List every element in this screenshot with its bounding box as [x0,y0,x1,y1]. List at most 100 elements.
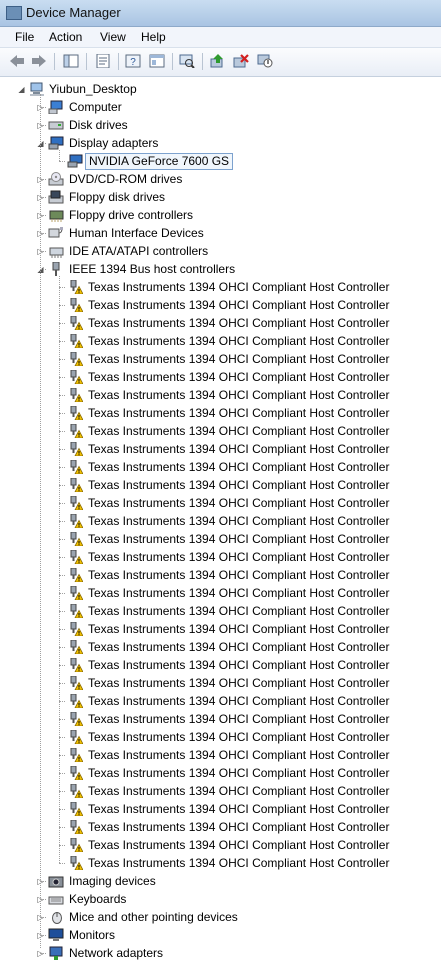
ti-controller-warning-icon [67,820,83,834]
tree-connector [59,521,65,522]
disable-icon[interactable] [256,52,274,70]
tree-category[interactable]: ▷ Computer [0,98,441,116]
tree-connector [59,683,65,684]
help-icon[interactable]: ? [124,52,142,70]
scan-hardware-icon[interactable] [178,52,196,70]
tree-connector [59,557,65,558]
toolbar-separator [86,53,87,70]
tree-device[interactable]: Texas Instruments 1394 OHCI Compliant Ho… [0,440,441,458]
tree-connector [40,94,41,948]
tree-category[interactable]: ▷ DVD/CD-ROM drives [0,170,441,188]
tree-category-label: Network adapters [69,946,164,960]
computer-root-icon [29,82,45,96]
tree-device[interactable]: Texas Instruments 1394 OHCI Compliant Ho… [0,278,441,296]
tree-device-label: Texas Instruments 1394 OHCI Compliant Ho… [88,676,390,690]
tree-device[interactable]: Texas Instruments 1394 OHCI Compliant Ho… [0,782,441,800]
forward-icon[interactable] [30,52,48,70]
tree-connector [40,269,46,270]
collapse-arrow-icon[interactable]: ◢ [17,85,26,94]
tree-device[interactable]: Texas Instruments 1394 OHCI Compliant Ho… [0,422,441,440]
tree-connector [59,449,65,450]
tree-device[interactable]: Texas Instruments 1394 OHCI Compliant Ho… [0,818,441,836]
tree-connector [40,935,46,936]
ti-controller-warning-icon [67,370,83,384]
tree-connector [59,359,65,360]
ti-controller-warning-icon [67,496,83,510]
tree-connector [59,539,65,540]
tree-device[interactable]: Texas Instruments 1394 OHCI Compliant Ho… [0,728,441,746]
tree-device[interactable]: Texas Instruments 1394 OHCI Compliant Ho… [0,584,441,602]
tree-device[interactable]: Texas Instruments 1394 OHCI Compliant Ho… [0,548,441,566]
ti-controller-warning-icon [67,766,83,780]
menu-file[interactable]: File [15,30,34,44]
menu-help[interactable]: Help [141,30,166,44]
tree-device[interactable]: Texas Instruments 1394 OHCI Compliant Ho… [0,368,441,386]
properties-icon[interactable] [94,52,112,70]
tree-device[interactable]: Texas Instruments 1394 OHCI Compliant Ho… [0,602,441,620]
tree-device[interactable]: Texas Instruments 1394 OHCI Compliant Ho… [0,800,441,818]
show-hide-console-tree-icon[interactable] [62,52,80,70]
menu-action[interactable]: Action [49,30,82,44]
menu-view[interactable]: View [100,30,126,44]
tree-device[interactable]: Texas Instruments 1394 OHCI Compliant Ho… [0,854,441,872]
tree-category[interactable]: ▷ Network adapters [0,944,441,962]
show-view-icon[interactable] [148,52,166,70]
ti-controller-warning-icon [67,604,83,618]
back-icon[interactable] [8,52,26,70]
tree-category[interactable]: ▷ Disk drives [0,116,441,134]
tree-device[interactable]: Texas Instruments 1394 OHCI Compliant Ho… [0,692,441,710]
tree-device[interactable]: Texas Instruments 1394 OHCI Compliant Ho… [0,836,441,854]
tree-category[interactable]: ▷ Monitors [0,926,441,944]
monitor-icon [48,928,64,942]
toolbar-separator [118,53,119,70]
tree-device[interactable]: Texas Instruments 1394 OHCI Compliant Ho… [0,296,441,314]
tree-root[interactable]: ◢ Yiubun_Desktop [0,80,441,98]
tree-category[interactable]: ▷ Human Interface Devices [0,224,441,242]
uninstall-icon[interactable] [232,52,250,70]
computer-icon [48,100,64,114]
tree-connector [59,665,65,666]
display-adapter-icon [48,136,64,150]
update-driver-icon[interactable] [208,52,226,70]
tree-category[interactable]: ▷ Imaging devices [0,872,441,890]
tree-device[interactable]: Texas Instruments 1394 OHCI Compliant Ho… [0,746,441,764]
tree-device[interactable]: Texas Instruments 1394 OHCI Compliant Ho… [0,530,441,548]
tree-category[interactable]: ◢ IEEE 1394 Bus host controllers [0,260,441,278]
ti-controller-warning-icon [67,658,83,672]
tree-category[interactable]: ▷ Keyboards [0,890,441,908]
svg-text:?: ? [130,57,136,68]
tree-device[interactable]: Texas Instruments 1394 OHCI Compliant Ho… [0,710,441,728]
window-title: Device Manager [26,5,121,20]
tree-category[interactable]: ▷ IDE ATA/ATAPI controllers [0,242,441,260]
tree-device[interactable]: Texas Instruments 1394 OHCI Compliant Ho… [0,674,441,692]
tree-device[interactable]: Texas Instruments 1394 OHCI Compliant Ho… [0,638,441,656]
tree-category[interactable]: ▷ Floppy drive controllers [0,206,441,224]
tree-device[interactable]: Texas Instruments 1394 OHCI Compliant Ho… [0,494,441,512]
tree-category-label: Display adapters [69,136,159,150]
tree-category[interactable]: ▷ Mice and other pointing devices [0,908,441,926]
tree-device[interactable]: Texas Instruments 1394 OHCI Compliant Ho… [0,512,441,530]
tree-device[interactable]: Texas Instruments 1394 OHCI Compliant Ho… [0,386,441,404]
tree-connector [40,215,46,216]
tree-device[interactable]: Texas Instruments 1394 OHCI Compliant Ho… [0,566,441,584]
tree-connector [59,755,65,756]
tree-device-label: Texas Instruments 1394 OHCI Compliant Ho… [88,604,390,618]
ti-controller-warning-icon [67,730,83,744]
tree-device-label: Texas Instruments 1394 OHCI Compliant Ho… [88,298,390,312]
tree-device[interactable]: Texas Instruments 1394 OHCI Compliant Ho… [0,458,441,476]
tree-device[interactable]: Texas Instruments 1394 OHCI Compliant Ho… [0,314,441,332]
tree-category[interactable]: ▷ Floppy disk drives [0,188,441,206]
tree-device[interactable]: Texas Instruments 1394 OHCI Compliant Ho… [0,404,441,422]
tree-connector [59,593,65,594]
ti-controller-warning-icon [67,622,83,636]
tree-category[interactable]: ◢ Display adapters [0,134,441,152]
tree-device[interactable]: Texas Instruments 1394 OHCI Compliant Ho… [0,476,441,494]
tree-device[interactable]: Texas Instruments 1394 OHCI Compliant Ho… [0,764,441,782]
tree-connector [40,143,46,144]
tree-device[interactable]: Texas Instruments 1394 OHCI Compliant Ho… [0,656,441,674]
tree-device[interactable]: Texas Instruments 1394 OHCI Compliant Ho… [0,332,441,350]
tree-connector [59,287,65,288]
tree-device[interactable]: NVIDIA GeForce 7600 GS [0,152,441,170]
tree-device[interactable]: Texas Instruments 1394 OHCI Compliant Ho… [0,620,441,638]
tree-device[interactable]: Texas Instruments 1394 OHCI Compliant Ho… [0,350,441,368]
